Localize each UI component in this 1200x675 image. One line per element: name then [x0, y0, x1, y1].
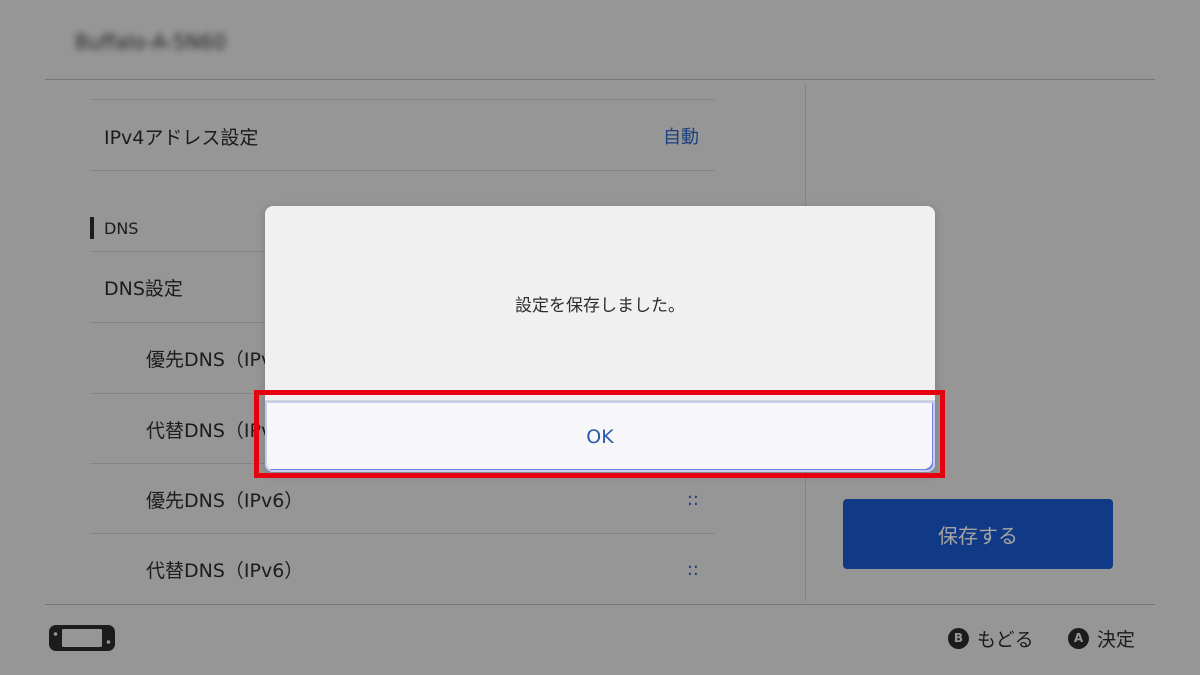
dialog-message: 設定を保存しました。 — [515, 295, 685, 316]
save-complete-dialog: 設定を保存しました。 OK — [265, 206, 935, 472]
ok-button[interactable]: OK — [265, 400, 935, 472]
network-settings-screen: Buffalo-A-5N60 IPv4アドレス設定 自動 DNS DNS設定 優… — [0, 0, 1200, 675]
